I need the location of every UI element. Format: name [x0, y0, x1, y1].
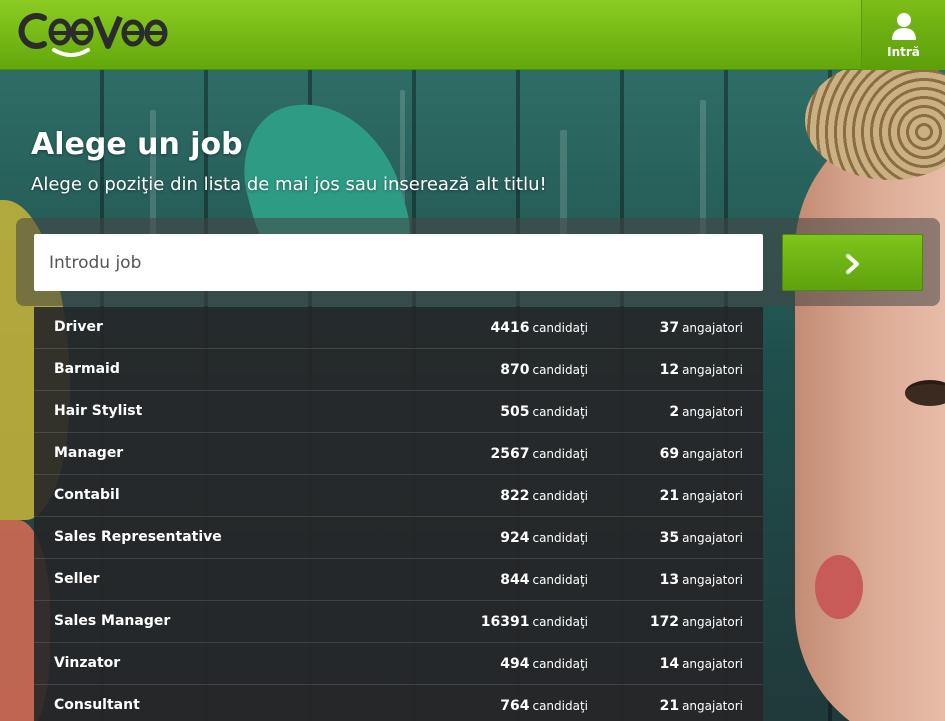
- job-list-item[interactable]: Vinzator 494 candidaţi 14 angajatori: [34, 643, 763, 685]
- login-label: Intră: [887, 45, 920, 59]
- job-search-input[interactable]: [34, 234, 763, 291]
- ceevee-logo[interactable]: [14, 6, 174, 69]
- employers-label: angajatori: [682, 489, 743, 503]
- candidates-number: 2567: [490, 446, 530, 462]
- top-header: Intră: [0, 0, 945, 70]
- job-list-item[interactable]: Consultant 764 candidaţi 21 angajatori: [34, 685, 763, 721]
- job-title: Vinzator: [54, 655, 121, 671]
- employers-label: angajatori: [682, 573, 743, 587]
- page-title: Alege un job: [31, 127, 243, 162]
- employers-count: 14 angajatori: [660, 655, 743, 673]
- candidates-count: 844 candidaţi: [500, 571, 588, 589]
- employers-label: angajatori: [682, 321, 743, 335]
- job-title: Barmaid: [54, 361, 120, 377]
- employers-number: 2: [669, 404, 680, 420]
- employers-label: angajatori: [682, 615, 743, 629]
- job-list-item[interactable]: Seller 844 candidaţi 13 angajatori: [34, 559, 763, 601]
- employers-label: angajatori: [682, 363, 743, 377]
- candidates-label: candidaţi: [532, 699, 588, 713]
- employers-count: 2 angajatori: [669, 403, 743, 421]
- employers-number: 12: [659, 362, 680, 378]
- employers-count: 35 angajatori: [660, 529, 743, 547]
- job-title: Driver: [54, 319, 103, 335]
- candidates-number: 822: [500, 488, 530, 504]
- employers-number: 14: [659, 656, 680, 672]
- job-title: Manager: [54, 445, 124, 461]
- candidates-number: 764: [500, 698, 530, 714]
- employers-number: 21: [659, 488, 680, 504]
- employers-label: angajatori: [682, 405, 743, 419]
- job-list-item[interactable]: Barmaid 870 candidaţi 12 angajatori: [34, 349, 763, 391]
- job-list-item[interactable]: Driver 4416 candidaţi 37 angajatori: [34, 307, 763, 349]
- candidates-label: candidaţi: [532, 405, 588, 419]
- job-title: Sales Representative: [54, 529, 222, 545]
- employers-number: 37: [659, 320, 680, 336]
- page-subtitle: Alege o poziţie din lista de mai jos sau…: [31, 174, 547, 195]
- candidates-label: candidaţi: [532, 489, 588, 503]
- candidates-count: 924 candidaţi: [500, 529, 588, 547]
- job-title: Consultant: [54, 697, 140, 713]
- ceevee-logo-graphic: [18, 13, 168, 57]
- job-title: Sales Manager: [54, 613, 171, 629]
- employers-count: 69 angajatori: [660, 445, 743, 463]
- candidates-label: candidaţi: [532, 657, 588, 671]
- job-title: Seller: [54, 571, 100, 587]
- login-button[interactable]: Intră: [861, 0, 945, 70]
- candidates-count: 2567 candidaţi: [491, 445, 589, 463]
- candidates-label: candidaţi: [532, 321, 588, 335]
- candidates-count: 494 candidaţi: [500, 655, 588, 673]
- candidates-number: 16391: [480, 614, 530, 630]
- employers-label: angajatori: [682, 447, 743, 461]
- candidates-count: 870 candidaţi: [500, 361, 588, 379]
- woman-lips-photo: [815, 555, 863, 619]
- job-title: Contabil: [54, 487, 120, 503]
- candidates-label: candidaţi: [532, 615, 588, 629]
- candidates-number: 505: [500, 404, 530, 420]
- employers-label: angajatori: [682, 531, 743, 545]
- user-icon: [892, 13, 916, 40]
- search-submit-button[interactable]: [782, 234, 923, 291]
- employers-label: angajatori: [682, 657, 743, 671]
- job-list: Driver 4416 candidaţi 37 angajatori Barmai…: [34, 307, 763, 721]
- job-list-item[interactable]: Sales Manager 16391 candidaţi 172 angajato…: [34, 601, 763, 643]
- employers-number: 35: [659, 530, 680, 546]
- candidates-number: 870: [500, 362, 530, 378]
- candidates-label: candidaţi: [532, 573, 588, 587]
- chevron-right-icon: [846, 254, 859, 274]
- candidates-count: 4416 candidaţi: [491, 319, 589, 337]
- employers-number: 172: [649, 614, 680, 630]
- employers-count: 172 angajatori: [650, 613, 743, 631]
- employers-number: 21: [659, 698, 680, 714]
- job-list-item[interactable]: Contabil 822 candidaţi 21 angajatori: [34, 475, 763, 517]
- candidates-count: 822 candidaţi: [500, 487, 588, 505]
- employers-number: 13: [659, 572, 680, 588]
- candidates-number: 924: [500, 530, 530, 546]
- candidates-count: 764 candidaţi: [500, 697, 588, 715]
- candidates-count: 505 candidaţi: [500, 403, 588, 421]
- woman-face-photo: [795, 110, 945, 721]
- employers-count: 21 angajatori: [660, 487, 743, 505]
- employers-count: 21 angajatori: [660, 697, 743, 715]
- employers-label: angajatori: [682, 699, 743, 713]
- candidates-label: candidaţi: [532, 363, 588, 377]
- employers-count: 13 angajatori: [660, 571, 743, 589]
- candidates-count: 16391 candidaţi: [481, 613, 588, 631]
- job-title: Hair Stylist: [54, 403, 143, 419]
- employers-count: 37 angajatori: [660, 319, 743, 337]
- candidates-number: 494: [500, 656, 530, 672]
- candidates-label: candidaţi: [532, 447, 588, 461]
- employers-number: 69: [659, 446, 680, 462]
- job-list-item[interactable]: Hair Stylist 505 candidaţi 2 angajatori: [34, 391, 763, 433]
- employers-count: 12 angajatori: [660, 361, 743, 379]
- candidates-number: 4416: [490, 320, 530, 336]
- candidates-label: candidaţi: [532, 531, 588, 545]
- job-list-item[interactable]: Manager 2567 candidaţi 69 angajatori: [34, 433, 763, 475]
- job-list-item[interactable]: Sales Representative 924 candidaţi 35 anga…: [34, 517, 763, 559]
- candidates-number: 844: [500, 572, 530, 588]
